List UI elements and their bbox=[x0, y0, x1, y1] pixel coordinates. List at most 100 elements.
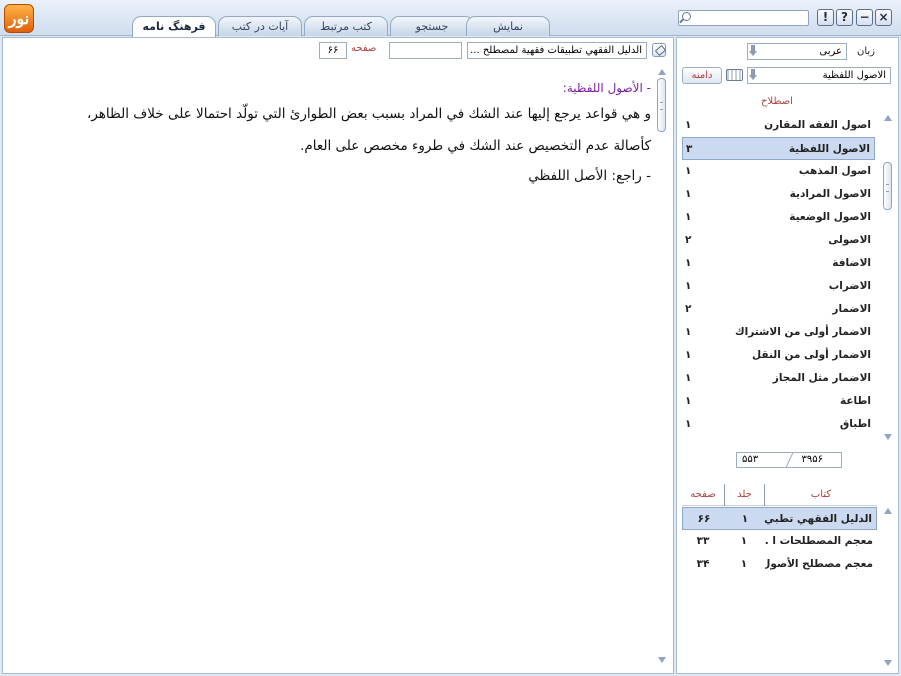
book-name: الدليل الفقهي تطبي ... bbox=[764, 513, 872, 525]
scroll-up-icon[interactable] bbox=[883, 507, 893, 515]
term-row[interactable]: الاضافة ۱ bbox=[682, 252, 875, 275]
tab-ayat-dar-kotob[interactable]: آیات در کتب bbox=[218, 16, 302, 36]
term-row[interactable]: الاضمار أولی من النقل ۱ bbox=[682, 344, 875, 367]
term-count: ۱ bbox=[685, 372, 692, 384]
term-count: ۱ bbox=[685, 165, 692, 177]
content-scrollbar[interactable] bbox=[655, 66, 669, 669]
term-name: الاضمار أولی من الاشتراك bbox=[735, 326, 871, 338]
result-counter: ۵۵۳ ۳۹۵۶ bbox=[736, 452, 842, 468]
term-row[interactable]: الاضمار مثل المجاز ۱ bbox=[682, 367, 875, 390]
tab-jostojoo[interactable]: جستجو bbox=[390, 16, 474, 36]
term-row[interactable]: الاضراب ۱ bbox=[682, 275, 875, 298]
minimize-button[interactable]: − bbox=[856, 9, 873, 26]
book-page: ۳۴ bbox=[696, 558, 710, 570]
page-label: صفحه bbox=[351, 43, 377, 54]
term-row[interactable]: الاصول المرادية ۱ bbox=[682, 183, 875, 206]
book-title-field[interactable]: الدليل الفقهي تطبيقات فقهية لمصطلح ... bbox=[467, 42, 647, 59]
tab-farhang-nameh[interactable]: فرهنگ نامه bbox=[132, 16, 216, 37]
language-select[interactable]: عربی bbox=[747, 43, 847, 60]
term-name: اطاعة bbox=[840, 395, 871, 407]
article-reference-link[interactable]: - راجع: الأصل اللفظي bbox=[13, 162, 651, 190]
term-name: الاصول اللفظية bbox=[788, 143, 870, 155]
scroll-up-icon[interactable] bbox=[657, 68, 667, 76]
page-number-field[interactable]: ۶۶ bbox=[319, 42, 347, 59]
term-row[interactable]: الاضمار ۲ bbox=[682, 298, 875, 321]
term-count: ۱ bbox=[685, 326, 692, 338]
term-count: ۱ bbox=[685, 395, 692, 407]
term-count: ۱ bbox=[685, 188, 692, 200]
search-icon[interactable] bbox=[682, 12, 691, 21]
term-count: ۱ bbox=[685, 211, 692, 223]
books-table-header: صفحه جلد کتاب bbox=[682, 484, 877, 506]
term-count: ۲ bbox=[685, 303, 692, 315]
term-count: ۱ bbox=[685, 257, 692, 269]
term-row[interactable]: الاصولی ۲ bbox=[682, 229, 875, 252]
language-dropdown-icon[interactable] bbox=[749, 45, 761, 58]
article-line: كأصالة عدم التخصيص عند الشك في طروء مخصص… bbox=[300, 138, 651, 154]
term-row[interactable]: الاضمار أولی من الاشتراك ۱ bbox=[682, 321, 875, 344]
term-name: الاضمار مثل المجاز bbox=[772, 372, 871, 384]
term-name: الاضمار bbox=[832, 303, 871, 315]
language-label: زبان bbox=[857, 46, 876, 57]
term-row[interactable]: الاصول الوضعية ۱ bbox=[682, 206, 875, 229]
help-button[interactable]: ? bbox=[836, 9, 853, 26]
goto-page-input[interactable] bbox=[389, 42, 462, 59]
info-button[interactable]: ! bbox=[817, 9, 834, 26]
term-name: الاصول الوضعية bbox=[789, 211, 871, 223]
term-count: ۱ bbox=[685, 349, 692, 361]
counter-total: ۳۹۵۶ bbox=[801, 454, 823, 465]
term-row-selected[interactable]: الاصول اللفظية ۳ bbox=[682, 137, 875, 160]
term-dropdown-icon[interactable] bbox=[749, 69, 761, 82]
term-row[interactable]: اطباق ۱ bbox=[682, 413, 875, 436]
article-body: - الأصول اللفظية: و هي قواعد يرجع إليها … bbox=[13, 78, 651, 190]
term-row[interactable]: اصول المذهب ۱ bbox=[682, 160, 875, 183]
book-volume: ۱ bbox=[740, 558, 748, 570]
scroll-down-icon[interactable] bbox=[657, 656, 667, 664]
term-count: ۲ bbox=[685, 234, 692, 246]
term-row[interactable]: اصول الفقه المقارن ۱ bbox=[682, 114, 875, 137]
scroll-down-icon[interactable] bbox=[883, 433, 893, 441]
book-name: معجم المصطلحات ا ... bbox=[765, 535, 873, 547]
table-row-selected[interactable]: الدليل الفقهي تطبي ... ۱ ۶۶ bbox=[682, 507, 877, 530]
tab-namayesh[interactable]: نمایش bbox=[466, 16, 550, 36]
book-volume: ۱ bbox=[740, 535, 748, 547]
scroll-up-icon[interactable] bbox=[883, 114, 893, 122]
term-name: اطباق bbox=[839, 418, 871, 430]
search-box[interactable] bbox=[678, 10, 809, 26]
counter-found: ۵۵۳ bbox=[742, 454, 759, 465]
terms-header: اصطلاح bbox=[761, 96, 793, 107]
app-logo-text: نور bbox=[8, 9, 30, 28]
content-toolbar: ۶۶ صفحه الدليل الفقهي تطبيقات فقهية لمصط… bbox=[3, 38, 673, 64]
term-name: الاضمار أولی من النقل bbox=[752, 349, 871, 361]
scroll-thumb[interactable] bbox=[883, 162, 892, 210]
term-select[interactable]: الاصول اللفظية bbox=[747, 67, 891, 84]
tab-kotob-mortabet[interactable]: کتب مرتبط bbox=[304, 16, 388, 36]
column-header-page[interactable]: صفحه bbox=[682, 484, 724, 506]
book-page: ۳۳ bbox=[696, 535, 710, 547]
scroll-down-icon[interactable] bbox=[883, 659, 893, 667]
column-header-volume[interactable]: جلد bbox=[724, 484, 764, 506]
term-count: ۱ bbox=[685, 280, 692, 292]
domain-button[interactable]: دامنه bbox=[682, 67, 722, 84]
book-volume: ۱ bbox=[741, 513, 749, 525]
keyboard-icon[interactable] bbox=[726, 69, 743, 81]
dictionary-panel: زبان عربی الاصول اللفظية دامنه اصطلاح اص… bbox=[676, 37, 899, 674]
terms-scrollbar[interactable] bbox=[881, 114, 895, 442]
app-logo[interactable]: نور bbox=[4, 4, 34, 33]
term-row[interactable]: اطاعة ۱ bbox=[682, 390, 875, 413]
books-table: الدليل الفقهي تطبي ... ۱ ۶۶ معجم المصطلح… bbox=[682, 507, 877, 576]
search-input[interactable] bbox=[693, 11, 806, 25]
scroll-thumb[interactable] bbox=[657, 78, 666, 132]
term-name: الاصولی bbox=[828, 234, 871, 246]
books-scrollbar[interactable] bbox=[881, 507, 895, 669]
term-count: ۱ bbox=[685, 119, 692, 131]
term-name: الاضافة bbox=[832, 257, 871, 269]
column-header-book[interactable]: کتاب bbox=[764, 484, 877, 506]
book-name: معجم مصطلح الأصول bbox=[765, 558, 873, 570]
table-row[interactable]: معجم مصطلح الأصول ۱ ۳۴ bbox=[682, 553, 877, 576]
tag-icon[interactable] bbox=[652, 43, 666, 57]
table-row[interactable]: معجم المصطلحات ا ... ۱ ۳۳ bbox=[682, 530, 877, 553]
close-button[interactable]: × bbox=[875, 9, 892, 26]
book-page: ۶۶ bbox=[697, 513, 711, 525]
term-count: ۱ bbox=[685, 418, 692, 430]
